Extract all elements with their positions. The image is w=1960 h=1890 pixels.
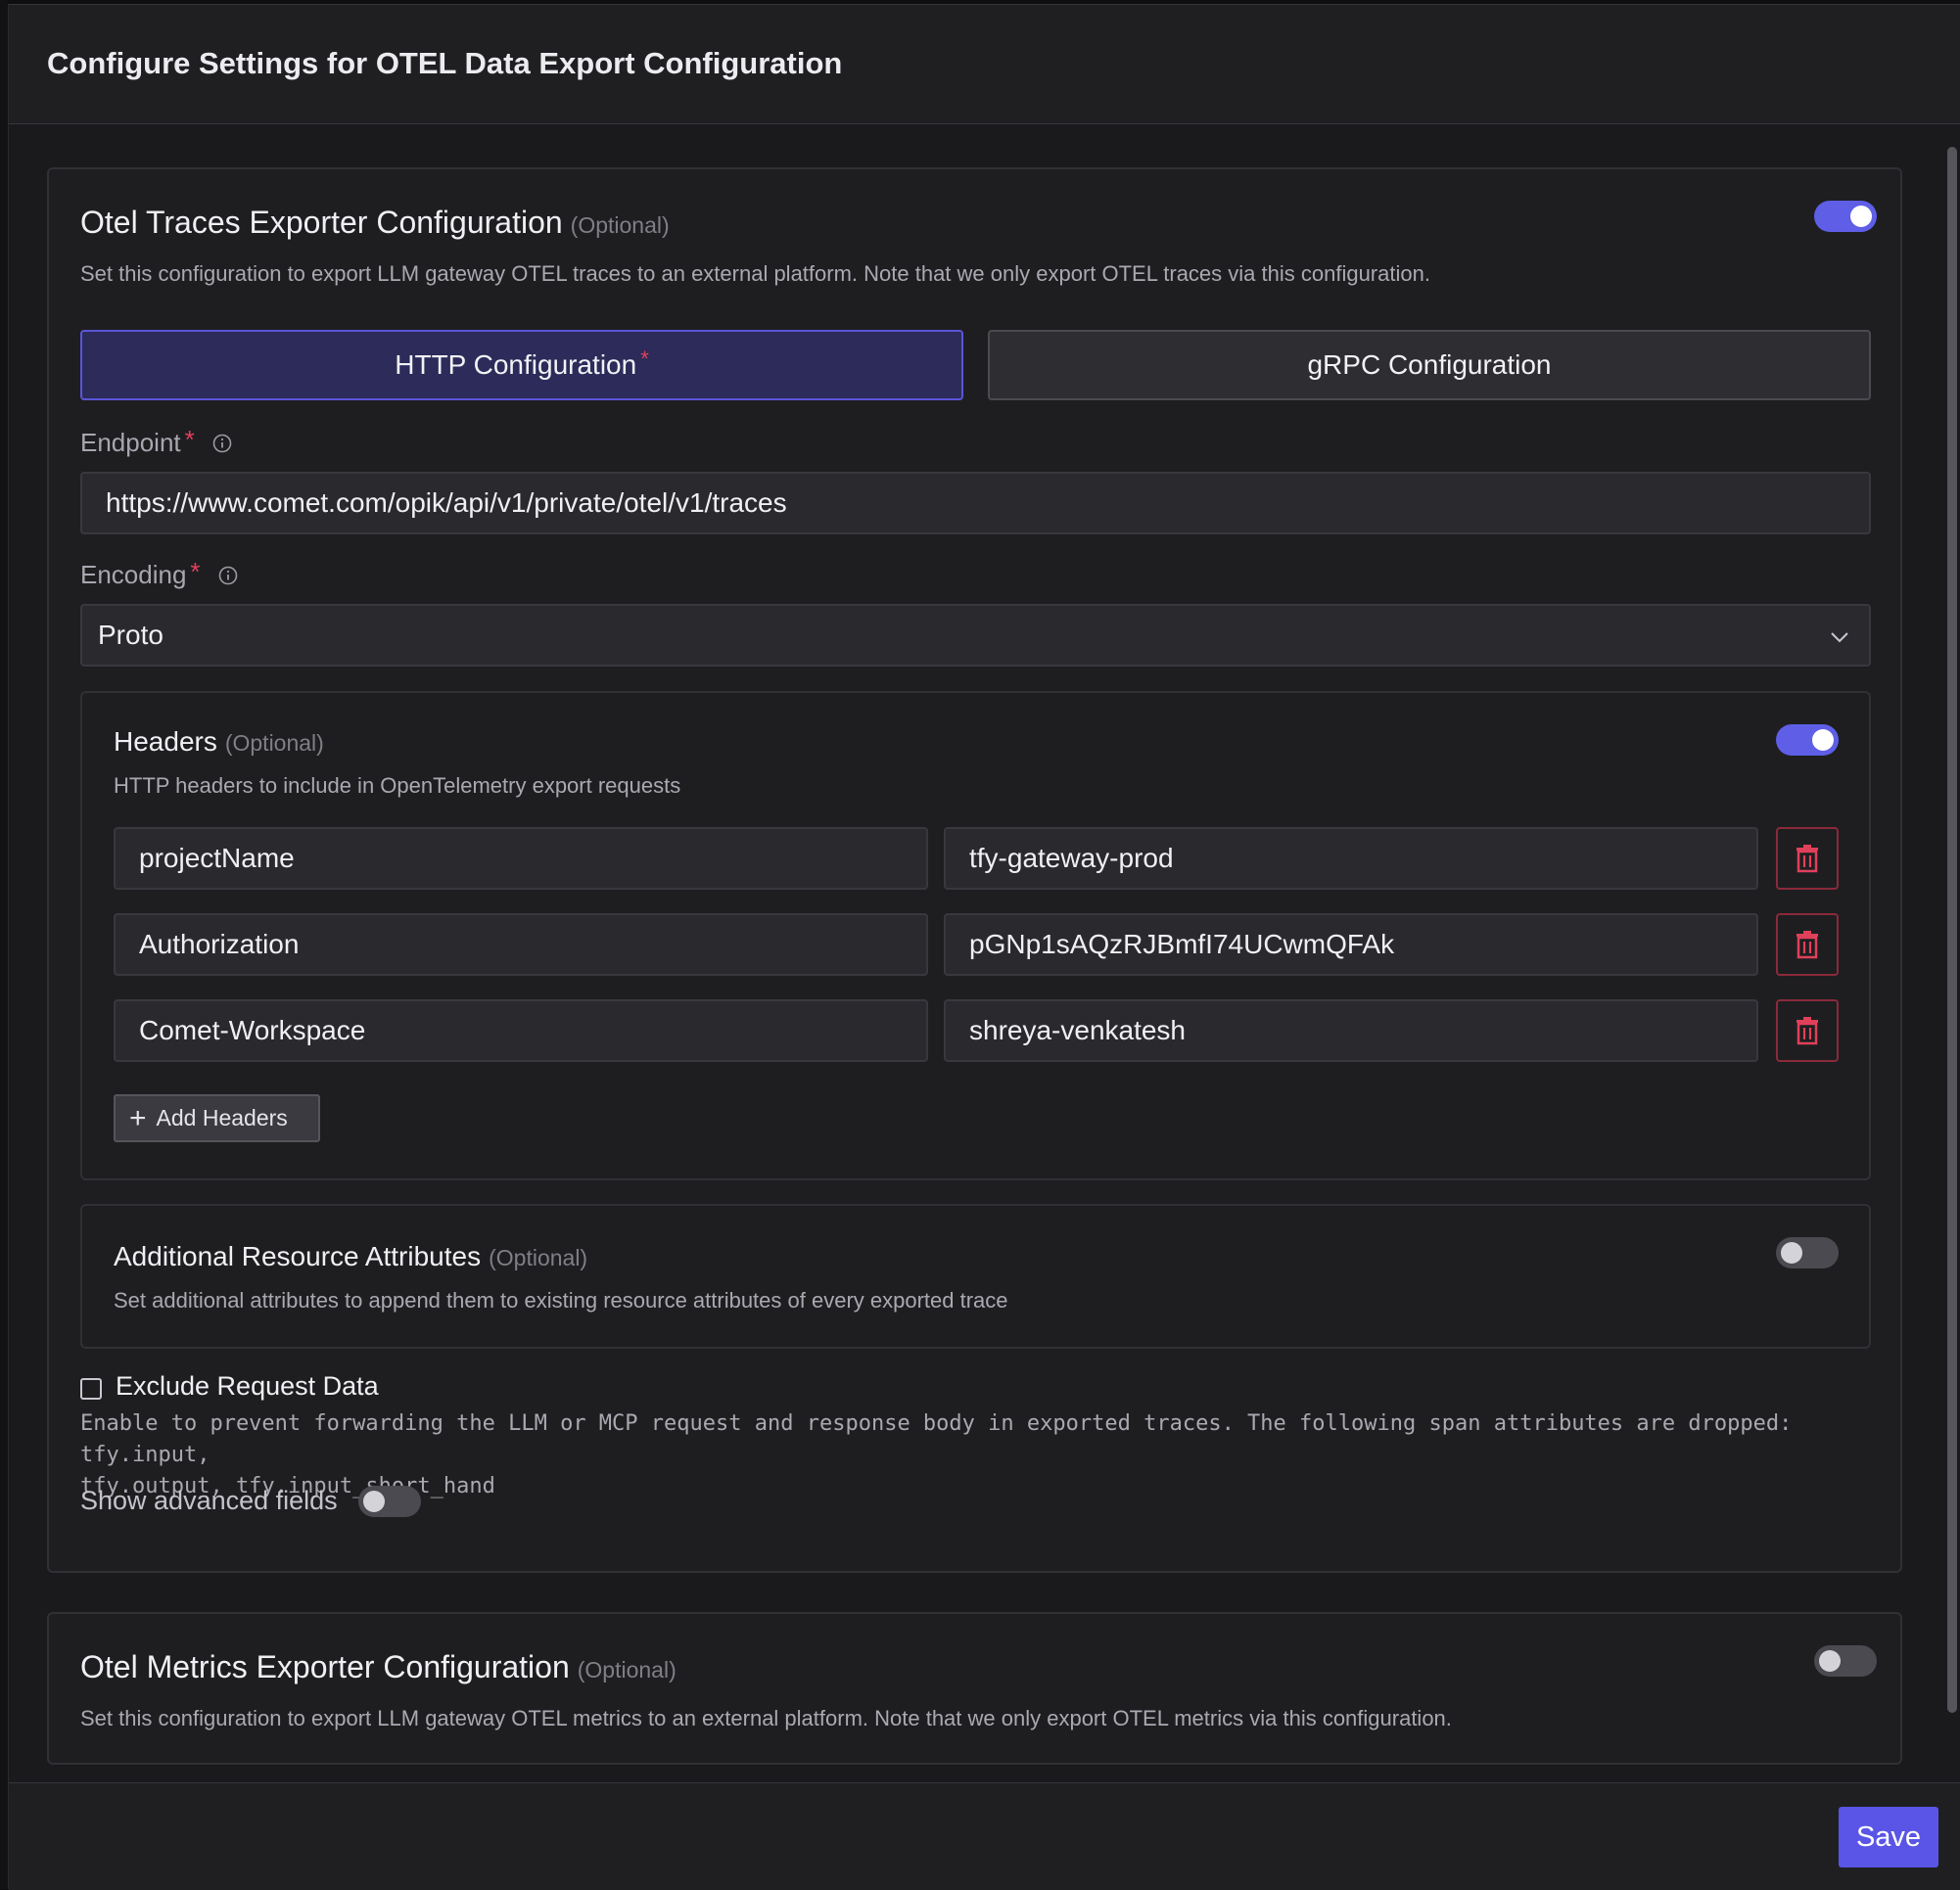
traces-title-text: Otel Traces Exporter Configuration xyxy=(80,205,563,240)
modal-title: Configure Settings for OTEL Data Export … xyxy=(47,46,843,80)
toggle-knob xyxy=(363,1491,385,1512)
required-mark: * xyxy=(184,425,195,454)
headers-enable-toggle[interactable] xyxy=(1776,724,1839,756)
resource-attributes-card: Additional Resource Attributes (Optional)… xyxy=(80,1204,1871,1349)
tab-http-label: HTTP Configuration xyxy=(395,349,637,380)
modal-body: Otel Traces Exporter Configuration (Optio… xyxy=(9,125,1960,1782)
metrics-title-text: Otel Metrics Exporter Configuration xyxy=(80,1649,570,1684)
traces-optional-tag: (Optional) xyxy=(570,212,670,238)
required-mark: * xyxy=(640,346,649,371)
scrollbar[interactable] xyxy=(1947,147,1957,1713)
tab-grpc-configuration[interactable]: gRPC Configuration xyxy=(988,330,1871,400)
settings-modal: Configure Settings for OTEL Data Export … xyxy=(8,4,1960,1890)
advanced-fields-label: Show advanced fields xyxy=(80,1486,338,1515)
delete-header-button[interactable] xyxy=(1776,913,1839,976)
trash-icon xyxy=(1797,1017,1818,1045)
traces-exporter-card: Otel Traces Exporter Configuration (Optio… xyxy=(47,167,1902,1573)
add-headers-label: Add Headers xyxy=(156,1105,288,1130)
endpoint-label: Endpoint * xyxy=(80,425,232,458)
exclude-request-description: Enable to prevent forwarding the LLM or … xyxy=(80,1408,1862,1502)
toggle-knob xyxy=(1781,1242,1802,1264)
encoding-value: Proto xyxy=(98,620,163,650)
header-key-value: Authorization xyxy=(139,929,300,959)
info-icon[interactable] xyxy=(218,566,238,585)
encoding-label-text: Encoding xyxy=(80,560,187,589)
metrics-enable-toggle[interactable] xyxy=(1814,1645,1877,1677)
endpoint-value: https://www.comet.com/opik/api/v1/privat… xyxy=(106,487,787,518)
header-value-value: pGNp1sAQzRJBmfI74UCwmQFAk xyxy=(969,929,1395,959)
header-key-input[interactable]: Authorization xyxy=(114,913,928,976)
plus-icon: + xyxy=(129,1101,147,1134)
exclude-request-description-line: Enable to prevent forwarding the LLM or … xyxy=(80,1411,1793,1467)
headers-description: HTTP headers to include in OpenTelemetry… xyxy=(114,773,681,798)
add-headers-button[interactable]: + Add Headers xyxy=(114,1094,320,1142)
headers-optional-tag: (Optional) xyxy=(224,730,324,756)
exclude-request-description-line: tfy.output, tfy.input_short_hand xyxy=(80,1474,495,1498)
header-value-input[interactable]: pGNp1sAQzRJBmfI74UCwmQFAk xyxy=(944,913,1758,976)
encoding-label: Encoding * xyxy=(80,557,238,590)
delete-header-button[interactable] xyxy=(1776,827,1839,890)
traces-enable-toggle[interactable] xyxy=(1814,201,1877,232)
traces-section-title: Otel Traces Exporter Configuration (Optio… xyxy=(80,205,670,241)
headers-title-text: Headers xyxy=(114,726,217,757)
toggle-knob xyxy=(1850,206,1872,227)
metrics-optional-tag: (Optional) xyxy=(577,1657,677,1683)
delete-header-button[interactable] xyxy=(1776,999,1839,1062)
resource-attributes-toggle[interactable] xyxy=(1776,1237,1839,1268)
headers-card: Headers (Optional) HTTP headers to includ… xyxy=(80,691,1871,1180)
required-mark: * xyxy=(190,557,201,586)
resource-attributes-description: Set additional attributes to append them… xyxy=(114,1288,1008,1313)
resource-attributes-title: Additional Resource Attributes (Optional) xyxy=(114,1241,587,1272)
metrics-exporter-card: Otel Metrics Exporter Configuration (Opti… xyxy=(47,1612,1902,1765)
toggle-knob xyxy=(1812,729,1834,751)
resource-attributes-title-text: Additional Resource Attributes xyxy=(114,1241,482,1271)
toggle-knob xyxy=(1819,1650,1841,1672)
trash-icon xyxy=(1797,931,1818,959)
metrics-description: Set this configuration to export LLM gat… xyxy=(80,1706,1452,1730)
header-key-value: Comet-Workspace xyxy=(139,1015,366,1045)
info-icon[interactable] xyxy=(212,434,232,453)
tab-http-configuration[interactable]: HTTP Configuration * xyxy=(80,330,963,400)
modal-footer: Save xyxy=(9,1782,1960,1890)
header-key-input[interactable]: Comet-Workspace xyxy=(114,999,928,1062)
header-value-input[interactable]: shreya-venkatesh xyxy=(944,999,1758,1062)
endpoint-input[interactable]: https://www.comet.com/opik/api/v1/privat… xyxy=(80,472,1871,534)
traces-description: Set this configuration to export LLM gat… xyxy=(80,261,1430,286)
trash-icon xyxy=(1797,845,1818,873)
save-button[interactable]: Save xyxy=(1839,1807,1938,1867)
advanced-fields-toggle[interactable] xyxy=(358,1486,421,1517)
tab-grpc-label: gRPC Configuration xyxy=(1307,349,1552,380)
header-value-input[interactable]: tfy-gateway-prod xyxy=(944,827,1758,890)
metrics-section-title: Otel Metrics Exporter Configuration (Opti… xyxy=(80,1649,677,1685)
exclude-request-checkbox[interactable] xyxy=(80,1378,102,1400)
header-key-value: projectName xyxy=(139,843,295,873)
header-key-input[interactable]: projectName xyxy=(114,827,928,890)
exclude-request-label: Exclude Request Data xyxy=(116,1371,379,1401)
resource-attributes-optional-tag: (Optional) xyxy=(489,1245,588,1270)
chevron-down-icon xyxy=(1831,632,1848,643)
background-edge xyxy=(0,0,8,1889)
modal-header: Configure Settings for OTEL Data Export … xyxy=(9,5,1960,124)
encoding-select[interactable]: Proto xyxy=(80,604,1871,667)
header-value-value: shreya-venkatesh xyxy=(969,1015,1187,1045)
header-value-value: tfy-gateway-prod xyxy=(969,843,1174,873)
headers-title: Headers (Optional) xyxy=(114,726,324,758)
endpoint-label-text: Endpoint xyxy=(80,428,181,457)
